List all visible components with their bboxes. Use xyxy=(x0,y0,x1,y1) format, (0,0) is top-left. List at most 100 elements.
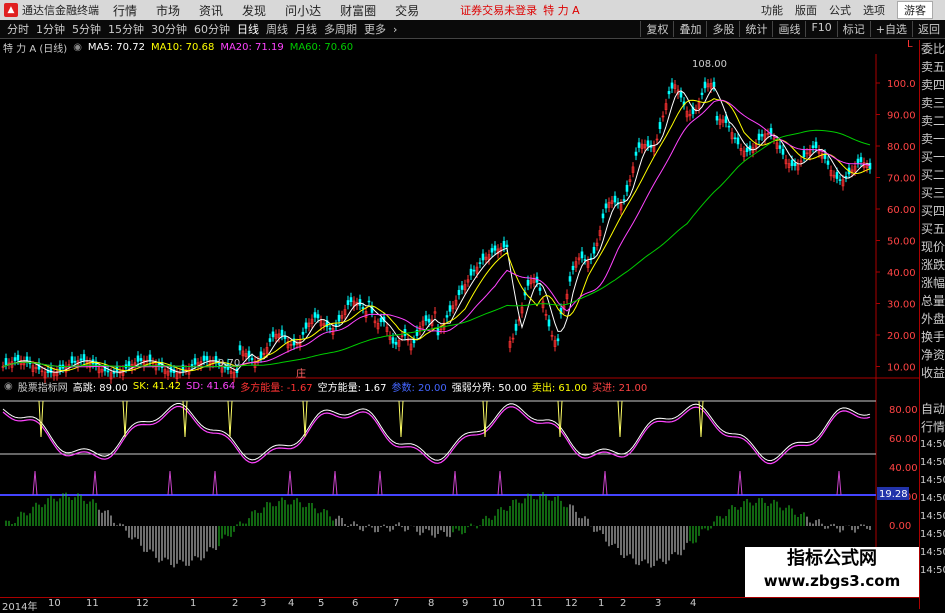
menu-shichang[interactable]: 市场 xyxy=(156,2,180,19)
candle-body xyxy=(250,357,254,361)
sidebar-item[interactable]: 买四 xyxy=(920,202,945,220)
sidebar-item[interactable]: 14:50 xyxy=(920,436,945,454)
sidebar-item[interactable]: 净资 xyxy=(920,346,945,364)
candle-body xyxy=(13,357,17,361)
price-tick-label: 20.00 xyxy=(887,331,916,342)
tab-daily[interactable]: 日线 xyxy=(237,21,259,37)
add-watchlist-button[interactable]: +自选 xyxy=(869,21,912,37)
indicator-current-value: 19.28 xyxy=(879,489,908,500)
indicator-group xyxy=(0,400,876,568)
candle-body xyxy=(334,324,338,327)
sidebar-item[interactable]: 14:50 xyxy=(920,562,945,580)
multi-stock-button[interactable]: 多股 xyxy=(706,21,739,37)
sidebar-item[interactable] xyxy=(920,382,945,400)
menu-hangqing[interactable]: 行情 xyxy=(113,2,137,19)
candle-body xyxy=(781,148,785,155)
tab-monthly[interactable]: 月线 xyxy=(295,21,317,37)
candle-body xyxy=(70,356,74,364)
sidebar-item[interactable]: 买三 xyxy=(920,184,945,202)
sidebar-item[interactable]: 14:50 xyxy=(920,472,945,490)
menu-wenxiaoda[interactable]: 问小达 xyxy=(285,2,321,19)
tab-more[interactable]: 更多 xyxy=(364,21,386,37)
candle-body xyxy=(712,81,716,87)
sidebar-item[interactable]: 卖四 xyxy=(920,76,945,94)
sidebar-item[interactable]: 14:50 xyxy=(920,544,945,562)
indicator-tick-label: 60.00 xyxy=(889,434,918,445)
candles-group xyxy=(1,77,872,384)
kline-chart[interactable]: 100.0 90.00 80.00 70.00 60.00 50.00 40.00 30.00… xyxy=(0,39,919,597)
candle-body xyxy=(790,160,794,166)
tab-1min[interactable]: 1分钟 xyxy=(36,21,65,37)
ind-strength-boundary: 强弱分界: 50.00 xyxy=(451,382,527,394)
mark-button[interactable]: 标记 xyxy=(836,21,870,37)
candle-body xyxy=(733,137,737,140)
stats-button[interactable]: 统计 xyxy=(739,21,772,37)
sidebar-item[interactable]: 现价 xyxy=(920,238,945,256)
sidebar-item[interactable]: 买二 xyxy=(920,166,945,184)
candle-body xyxy=(703,81,707,89)
quote-sidebar: 委比 卖五 卖四 卖三 卖二 卖一 买一 买二 买三 买四 买五 现价 涨跌 涨幅 总量 外盘 换手 净资 收益自动… xyxy=(919,40,945,609)
sidebar-item[interactable]: 卖五 xyxy=(920,58,945,76)
indicator-tick-label: 0.00 xyxy=(889,521,911,532)
price-tick-label: 60.00 xyxy=(887,205,916,216)
sidebar-item[interactable]: 委比 xyxy=(920,40,945,58)
tab-60min[interactable]: 60分钟 xyxy=(194,21,230,37)
guest-button[interactable]: 游客 xyxy=(897,1,933,19)
date-tick-label: 11 xyxy=(86,598,99,609)
candle-body xyxy=(379,318,383,323)
sidebar-item[interactable]: 换手 xyxy=(920,328,945,346)
tab-30min[interactable]: 30分钟 xyxy=(151,21,187,37)
sidebar-item[interactable]: 卖一 xyxy=(920,130,945,148)
sidebar-item[interactable]: 买一 xyxy=(920,148,945,166)
menu-banmian[interactable]: 版面 xyxy=(795,2,817,18)
sidebar-item[interactable]: 涨幅 xyxy=(920,274,945,292)
date-tick-label: 8 xyxy=(428,598,435,609)
menu-faxian[interactable]: 发现 xyxy=(242,2,266,19)
tab-multi-period[interactable]: 多周期 xyxy=(324,21,357,37)
f10-button[interactable]: F10 xyxy=(805,21,836,37)
sell-spike xyxy=(617,400,623,438)
sidebar-item[interactable]: 14:50 xyxy=(920,454,945,472)
candle-body xyxy=(445,315,449,318)
fuquan-button[interactable]: 复权 xyxy=(640,21,673,37)
candle-body xyxy=(301,331,305,335)
candle-body xyxy=(736,137,740,145)
sidebar-item[interactable]: 卖二 xyxy=(920,112,945,130)
menu-zixun[interactable]: 资讯 xyxy=(199,2,223,19)
sidebar-item[interactable]: 14:50 xyxy=(920,490,945,508)
candle-body xyxy=(604,203,608,209)
tab-5min[interactable]: 5分钟 xyxy=(72,21,101,37)
sidebar-item[interactable]: 卖三 xyxy=(920,94,945,112)
app-title: 通达信金融终端 xyxy=(22,4,99,17)
sidebar-item[interactable]: 行情 xyxy=(920,418,945,436)
menu-xuanxiang[interactable]: 选项 xyxy=(863,2,885,18)
menu-caifuquan[interactable]: 财富圈 xyxy=(340,2,376,19)
tab-15min[interactable]: 15分钟 xyxy=(108,21,144,37)
price-tick-label: 40.00 xyxy=(887,268,916,279)
menu-gongneng[interactable]: 功能 xyxy=(761,2,783,18)
sidebar-item[interactable]: 14:50 xyxy=(920,508,945,526)
candle-body xyxy=(811,145,815,149)
sidebar-item[interactable]: 14:50 xyxy=(920,526,945,544)
menu-jiaoyi[interactable]: 交易 xyxy=(395,2,419,19)
date-tick-label: 4 xyxy=(288,598,295,609)
trade-login-notice[interactable]: 证券交易未登录 xyxy=(460,2,537,18)
draw-line-button[interactable]: 画线 xyxy=(772,21,805,37)
back-button[interactable]: 返回 xyxy=(912,21,945,37)
sidebar-item[interactable]: 总量 xyxy=(920,292,945,310)
sidebar-item[interactable]: 收益 xyxy=(920,364,945,382)
sidebar-item[interactable]: 涨跌 xyxy=(920,256,945,274)
sidebar-item[interactable]: 自动 xyxy=(920,400,945,418)
candle-body xyxy=(490,248,494,253)
candle-body xyxy=(259,351,263,359)
overlay-button[interactable]: 叠加 xyxy=(673,21,706,37)
price-tick-label: 30.00 xyxy=(887,300,916,311)
sidebar-item[interactable]: 买五 xyxy=(920,220,945,238)
date-tick-label: 1 xyxy=(598,598,605,609)
tab-weekly[interactable]: 周线 xyxy=(266,21,288,37)
sidebar-item[interactable]: 外盘 xyxy=(920,310,945,328)
indicator-settings-icon[interactable]: ◉ xyxy=(4,381,13,392)
chevron-right-icon[interactable]: › xyxy=(393,23,397,36)
tab-fenshi[interactable]: 分时 xyxy=(7,21,29,37)
menu-gongshi[interactable]: 公式 xyxy=(829,2,851,18)
